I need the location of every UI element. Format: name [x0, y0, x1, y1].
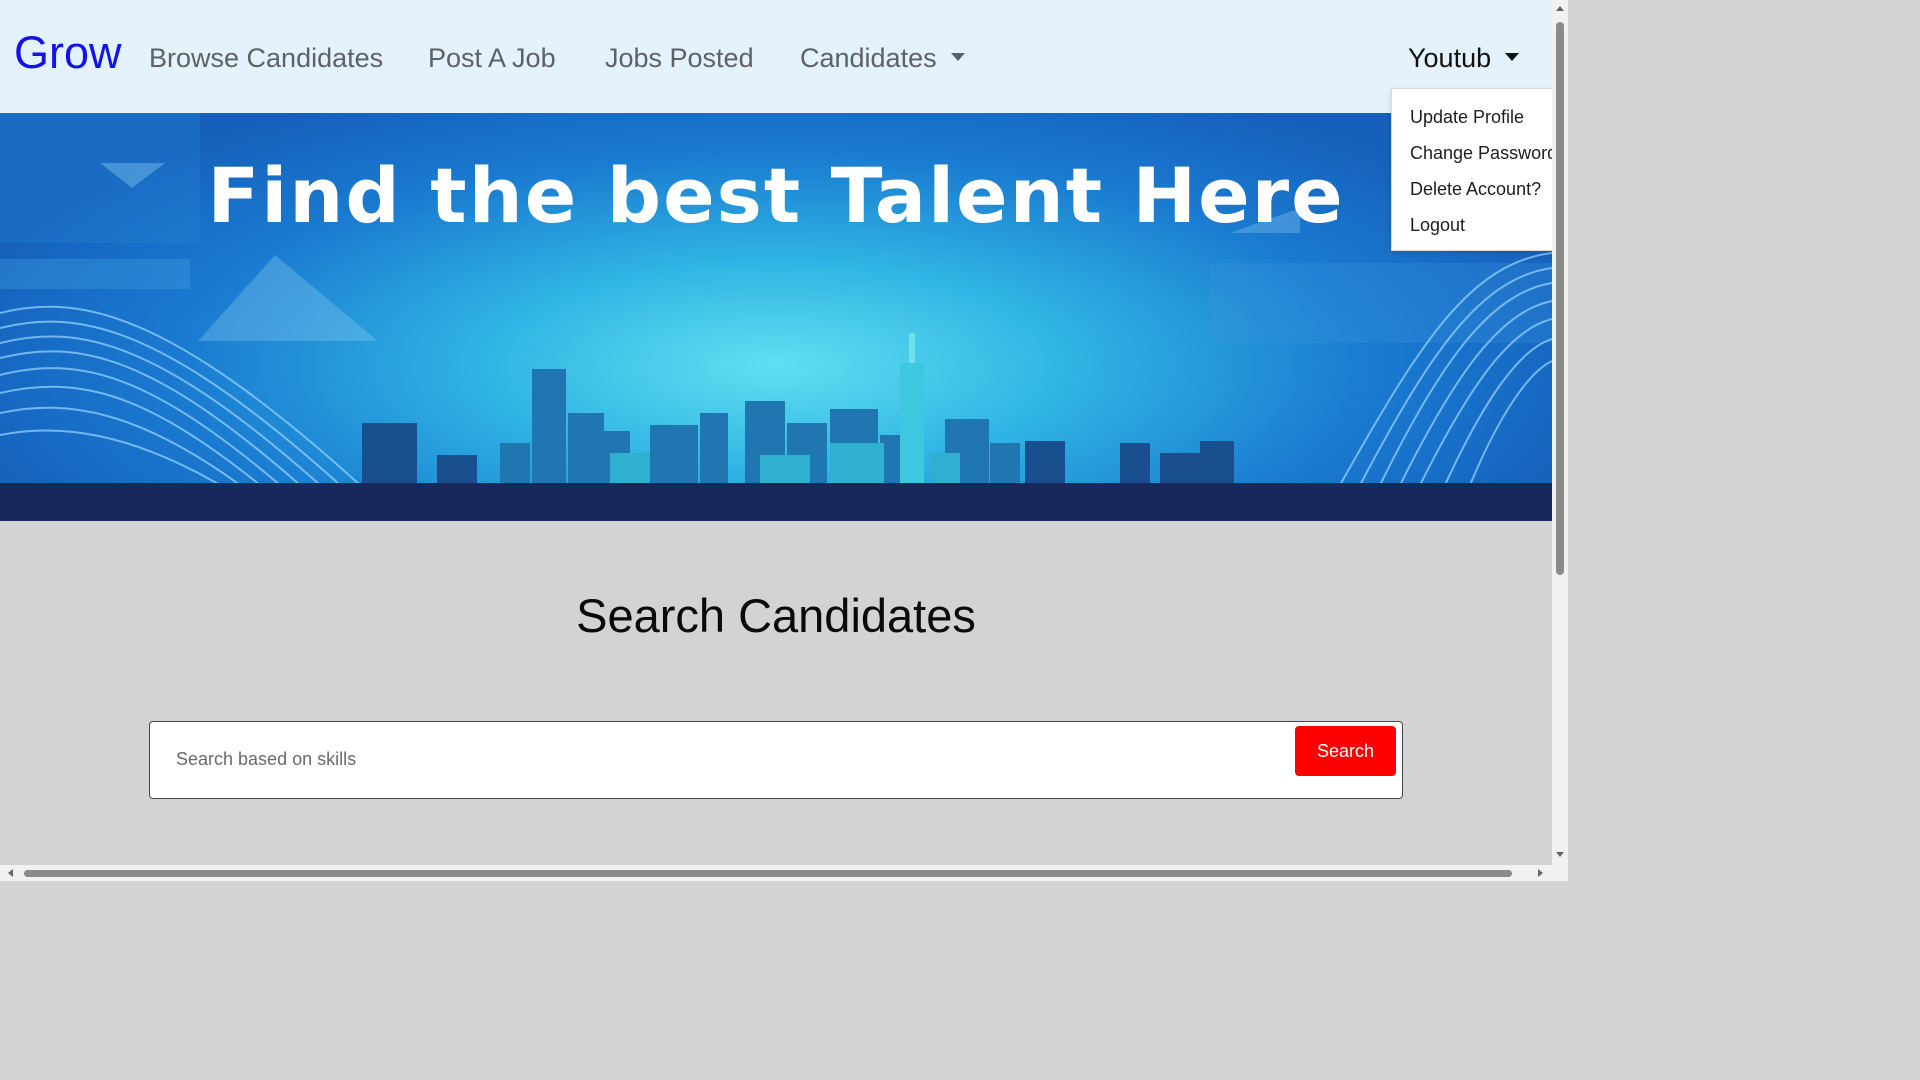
scroll-left-arrow-icon[interactable]	[8, 869, 13, 877]
nav-post-a-job[interactable]: Post A Job	[428, 38, 556, 78]
search-form: Search	[149, 721, 1403, 799]
hero-title: Find the best Talent Here	[207, 151, 1345, 240]
scrollbar-corner	[1552, 865, 1568, 881]
user-name: Youtub	[1408, 43, 1492, 73]
nav-candidates-label: Candidates	[800, 43, 937, 73]
horizontal-scroll-thumb[interactable]	[24, 870, 1512, 877]
nav-browse-candidates[interactable]: Browse Candidates	[149, 38, 383, 78]
menu-change-password[interactable]: Change Password	[1410, 141, 1557, 165]
scroll-down-arrow-icon[interactable]	[1556, 852, 1564, 857]
navbar: Grow Browse Candidates Post A Job Jobs P…	[0, 0, 1552, 113]
search-button[interactable]: Search	[1295, 726, 1396, 776]
skills-search-input[interactable]	[170, 739, 1292, 779]
caret-down-icon	[1505, 52, 1520, 61]
nav-candidates-dropdown[interactable]: Candidates	[800, 38, 965, 78]
caret-down-icon	[950, 52, 965, 61]
brand-logo[interactable]: Grow	[14, 26, 122, 80]
hero-banner: Find the best Talent Here	[0, 113, 1552, 521]
menu-update-profile[interactable]: Update Profile	[1410, 105, 1524, 129]
vertical-scrollbar[interactable]	[1552, 0, 1568, 865]
search-heading: Search Candidates	[576, 589, 976, 642]
menu-logout[interactable]: Logout	[1410, 213, 1465, 237]
horizontal-scrollbar[interactable]	[0, 865, 1552, 881]
user-menu-toggle[interactable]: Youtub	[1408, 38, 1520, 78]
menu-delete-account[interactable]: Delete Account?	[1410, 177, 1541, 201]
nav-jobs-posted[interactable]: Jobs Posted	[605, 38, 754, 78]
scroll-up-arrow-icon[interactable]	[1556, 6, 1564, 11]
user-dropdown-menu: Update Profile Change Password Delete Ac…	[1391, 88, 1557, 251]
scroll-right-arrow-icon[interactable]	[1538, 869, 1543, 877]
vertical-scroll-thumb[interactable]	[1556, 22, 1564, 575]
